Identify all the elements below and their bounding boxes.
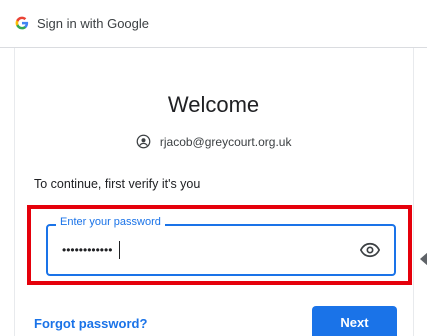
text-cursor <box>119 241 120 259</box>
account-circle-icon <box>136 134 150 149</box>
pointer-arrow <box>420 252 427 266</box>
account-chip[interactable]: rjacob@greycourt.org.uk <box>0 134 427 149</box>
password-label: Enter your password <box>56 216 165 228</box>
welcome-heading: Welcome <box>167 92 260 117</box>
password-input[interactable] <box>62 240 302 260</box>
dialog-header: Sign in with Google <box>0 0 427 48</box>
forgot-password-link[interactable]: Forgot password? <box>34 316 147 331</box>
google-g-icon <box>15 16 29 30</box>
dialog-title: Sign in with Google <box>37 16 150 31</box>
next-button[interactable]: Next <box>312 306 397 336</box>
account-email: rjacob@greycourt.org.uk <box>159 134 292 149</box>
eye-icon[interactable] <box>360 242 380 258</box>
continue-text: To continue, first verify it's you <box>34 177 201 191</box>
